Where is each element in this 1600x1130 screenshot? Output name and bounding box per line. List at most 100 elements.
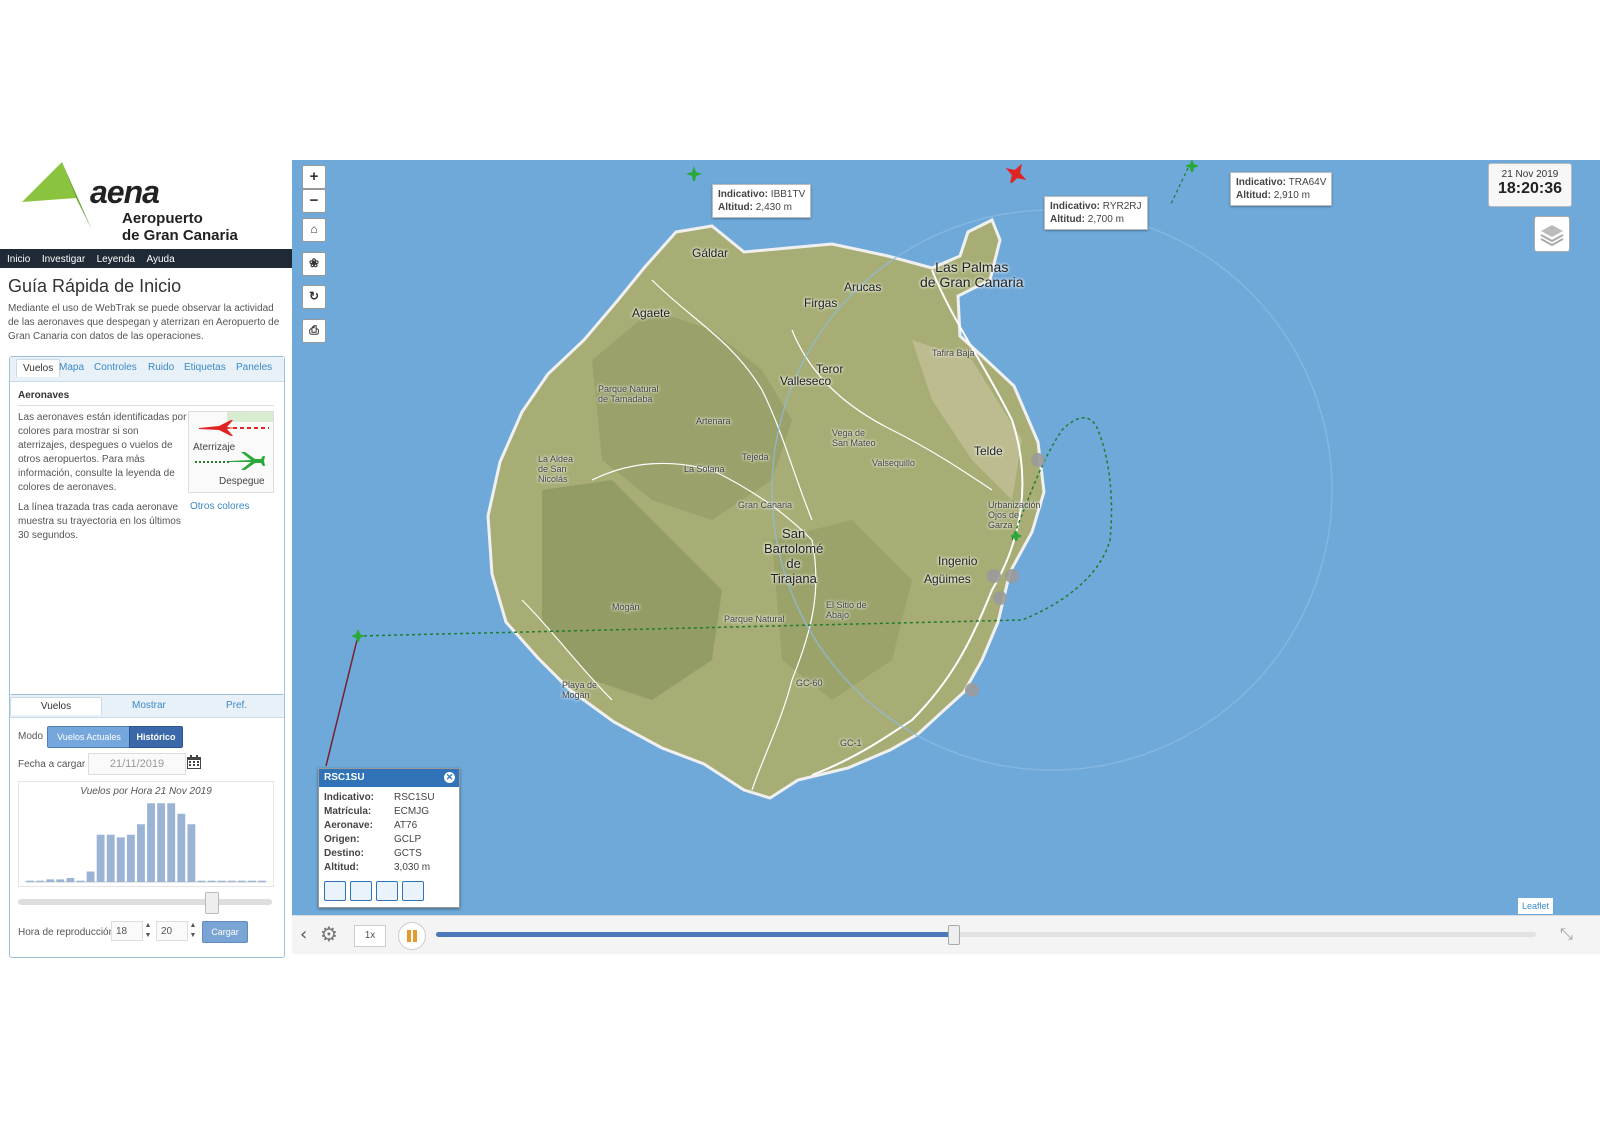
tab-paneles[interactable]: Paneles: [236, 362, 272, 373]
modo-label: Modo: [18, 731, 44, 742]
tab-ruido[interactable]: Ruido: [148, 362, 174, 373]
place-aldea-l1: La Aldea: [538, 454, 574, 464]
aircraft-icon[interactable]: [350, 881, 372, 901]
place-urbanizacion: Urbanización Ojos de Garza: [988, 500, 1041, 530]
place-urb-l1: Urbanización: [988, 500, 1041, 510]
chart-bar-hour-5: [76, 880, 85, 882]
hour-spinner-arrows[interactable]: ▲ ▼: [144, 921, 152, 941]
zoom-in-button[interactable]: +: [302, 165, 326, 189]
chart-bar-hour-21: [237, 880, 246, 882]
minute-spinner-arrows[interactable]: ▲ ▼: [189, 921, 197, 941]
sidebar: aena Aeropuerto de Gran Canaria Inicio I…: [0, 160, 292, 970]
chart-bar-hour-12: [147, 803, 155, 882]
place-gran-canaria: Gran Canaria: [738, 500, 793, 510]
chart-bar-hour-23: [258, 880, 266, 882]
nav-leyenda[interactable]: Leyenda: [97, 250, 135, 269]
popup-actions: [324, 881, 428, 906]
tab-vuelos[interactable]: Vuelos: [16, 359, 61, 377]
playback-progress[interactable]: [436, 925, 1536, 945]
flights-panel: Vuelos Mostrar Pref. Modo Vuelos Actuale…: [9, 694, 285, 958]
place-artenara: Artenara: [696, 416, 731, 426]
pause-button[interactable]: [398, 922, 426, 950]
hourly-flights-chart: Vuelos por Hora 21 Nov 2019: [18, 781, 274, 887]
airport-name-line2: de Gran Canaria: [122, 227, 238, 244]
chart-bar-hour-18: [207, 880, 216, 882]
tab-controles[interactable]: Controles: [94, 362, 137, 373]
place-vega-l2: San Mateo: [832, 438, 876, 448]
detail-key: Altitud:: [324, 862, 359, 873]
otros-colores-link[interactable]: Otros colores: [190, 501, 249, 512]
layers-button[interactable]: [1534, 216, 1570, 252]
divider: [18, 405, 274, 406]
flights-tabs: Vuelos Mostrar Pref.: [10, 695, 284, 718]
flight-label-RYR2RJ[interactable]: Indicativo: RYR2RJ Altitud: 2,700 m: [1044, 196, 1148, 230]
place-tejeda: Tejeda: [742, 452, 769, 462]
resize-icon[interactable]: ⤡: [1560, 924, 1573, 944]
hour-slider[interactable]: [18, 892, 272, 914]
chart-plot-area: [25, 803, 267, 883]
place-parque-natural: Parque Natural: [724, 614, 785, 624]
chart-bar-hour-6: [86, 871, 95, 882]
place-aldea-l3: Nicolás: [538, 474, 568, 484]
playback-thumb[interactable]: [948, 925, 960, 945]
tab-mapa[interactable]: Mapa: [59, 362, 84, 373]
paw-button[interactable]: ❀: [302, 252, 326, 276]
label-key: Altitud:: [1050, 214, 1085, 225]
tab-etiquetas[interactable]: Etiquetas: [184, 362, 226, 373]
leaflet-attribution[interactable]: Leaflet: [1518, 898, 1554, 914]
cargar-button[interactable]: Cargar: [202, 921, 248, 943]
chart-bar-hour-3: [56, 879, 65, 882]
flight-label-IBB1TV[interactable]: Indicativo: IBB1TV Altitud: 2,430 m: [712, 184, 812, 218]
flight-label-TRA64V[interactable]: Indicativo: TRA64V Altitud: 2,910 m: [1230, 172, 1333, 206]
home-button[interactable]: ⌂: [302, 218, 326, 242]
place-playa-mogan: Playa de Mogán: [562, 680, 597, 700]
label-key: Altitud:: [1236, 190, 1271, 201]
info-tabs: Vuelos Mapa Controles Ruido Etiquetas Pa…: [10, 357, 284, 382]
zoom-out-button[interactable]: −: [302, 189, 326, 213]
place-urb-l2: Ojos de: [988, 510, 1020, 520]
place-tamadaba: Parque Natural de Tamadaba: [598, 384, 659, 404]
place-mogan: Mogán: [612, 602, 640, 612]
hour-slider-thumb[interactable]: [205, 892, 220, 914]
close-icon[interactable]: ✕: [444, 772, 455, 783]
road-gc60: GC-60: [796, 678, 823, 688]
place-las-palmas-l1: Las Palmas: [935, 259, 1009, 275]
comment-icon[interactable]: [324, 881, 346, 901]
print-button[interactable]: ⎙: [302, 319, 326, 343]
guide-text: Mediante el uso de WebTrak se puede obse…: [8, 303, 280, 342]
nav-investigar[interactable]: Investigar: [42, 250, 85, 269]
chart-bar-hour-9: [116, 837, 125, 882]
departure-aircraft-icon[interactable]: [686, 166, 702, 181]
tab-pref[interactable]: Pref.: [226, 700, 247, 711]
arrival-aircraft-icon[interactable]: [1001, 160, 1033, 189]
selected-aircraft-icon[interactable]: [351, 629, 365, 642]
refresh-button[interactable]: ↻: [302, 285, 326, 309]
map-view[interactable]: + − ⌂ ❀ ↻ ⎙ Indicativo: IBB1TV Altitud: …: [292, 160, 1600, 935]
nav-ayuda[interactable]: Ayuda: [146, 250, 174, 269]
place-sb-l1: San: [782, 526, 806, 541]
settings-gear-icon[interactable]: ⚙: [320, 922, 338, 946]
profile-chart-icon[interactable]: [402, 881, 424, 901]
table-row: Aeronave: AT76: [324, 819, 435, 833]
nav-inicio[interactable]: Inicio: [7, 250, 30, 269]
chart-title: Vuelos por Hora 21 Nov 2019: [80, 786, 212, 797]
table-row: Matrícula: ECMJG: [324, 805, 435, 819]
vuelos-actuales-button[interactable]: Vuelos Actuales: [47, 726, 131, 748]
tab-mostrar[interactable]: Mostrar: [132, 700, 166, 711]
clock-time: 18:20:36: [1497, 180, 1563, 197]
house-icon[interactable]: [376, 881, 398, 901]
place-playa-l2: Mogán: [562, 690, 590, 700]
historico-button[interactable]: Histórico: [129, 726, 183, 748]
collapse-chevron-icon[interactable]: ‹: [300, 924, 307, 945]
speed-button[interactable]: 1x: [354, 925, 386, 947]
tab-vuelos-2[interactable]: Vuelos: [10, 697, 102, 715]
minute-spinner[interactable]: 20: [156, 921, 188, 941]
place-sb-l3: de: [786, 556, 801, 571]
place-urb-l3: Garza: [988, 520, 1013, 530]
calendar-icon[interactable]: [186, 754, 202, 770]
chart-bar-hour-10: [126, 834, 135, 882]
date-input[interactable]: 21/11/2019: [88, 753, 186, 775]
hour-spinner[interactable]: 18: [111, 921, 143, 941]
place-valsequillo: Valsequillo: [872, 458, 915, 468]
legend-arrival-label: Aterrizaje: [193, 442, 236, 453]
